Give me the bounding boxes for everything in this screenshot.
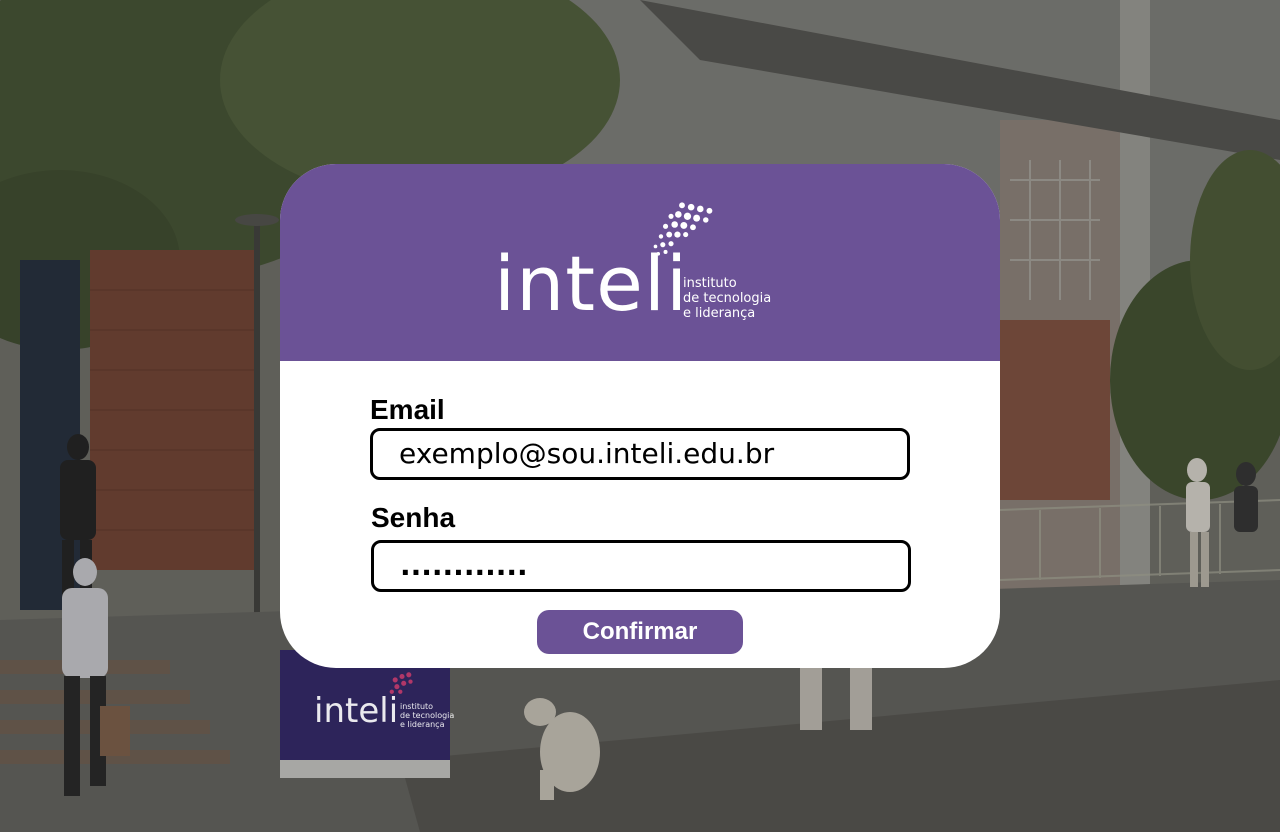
password-label: Senha	[371, 502, 456, 533]
logo-wordmark: inteli	[494, 239, 689, 328]
sign-tagline-line-2: de tecnologia	[400, 711, 455, 720]
login-card: inteli instituto de tecnologia e lideran…	[280, 164, 1000, 668]
sign-tagline-line-1: instituto	[400, 702, 434, 711]
logo-tagline: instituto de tecnologia e liderança	[683, 276, 771, 321]
confirm-button[interactable]: Confirmar	[537, 610, 743, 654]
logo-tagline-line-1: instituto	[683, 276, 737, 291]
email-label: Email	[370, 394, 445, 425]
login-page: inteli instituto de tecnologia e lideran…	[0, 0, 1280, 832]
card-header: inteli instituto de tecnologia e lideran…	[280, 164, 1000, 361]
password-field[interactable]: ............	[371, 540, 911, 592]
logo-tagline-line-2: de tecnologia	[683, 291, 772, 306]
background-sign: inteli instituto de tecnologia e lideran…	[314, 668, 464, 758]
email-field[interactable]: exemplo@sou.inteli.edu.br	[370, 428, 910, 480]
logo-tagline-line-3: e liderança	[683, 306, 756, 321]
sign-wordmark: inteli	[314, 691, 399, 731]
sign-tagline-line-3: e liderança	[400, 720, 445, 729]
sign-tagline: instituto de tecnologia e liderança	[400, 702, 454, 729]
